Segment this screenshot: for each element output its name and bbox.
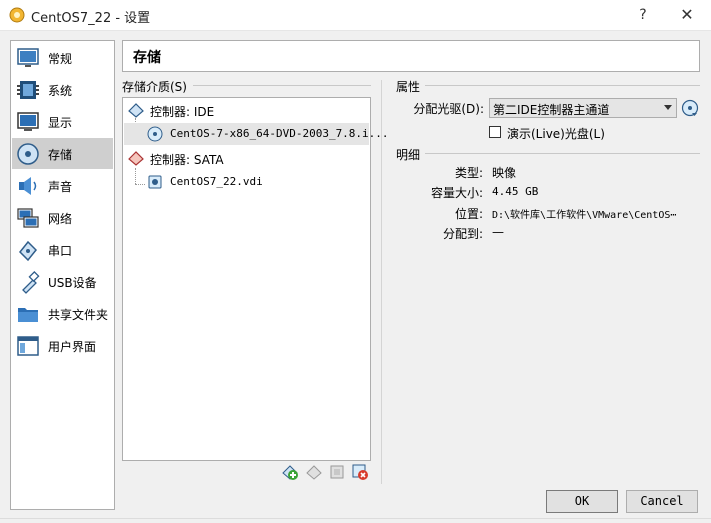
sidebar-item-network[interactable]: 网络 [12, 202, 113, 233]
ok-button[interactable]: OK [546, 490, 618, 513]
sidebar-item-label: 串口 [48, 244, 73, 258]
sidebar-item-label: USB设备 [48, 276, 97, 290]
window-title: CentOS7_22 - 设置 [31, 11, 151, 26]
controller-sata-icon [128, 151, 144, 166]
detail-location-label: 位置: [454, 207, 483, 221]
storage-disk-icon [17, 143, 39, 165]
tree-item-label: CentOS7_22.vdi [170, 175, 263, 188]
virtualbox-app-icon [9, 7, 25, 23]
general-icon [17, 48, 39, 67]
hard-disk-icon [148, 175, 162, 189]
sidebar-item-label: 用户界面 [48, 340, 97, 354]
add-attachment-icon [330, 465, 344, 479]
optical-drive-value: 第二IDE控制器主通道 [493, 103, 610, 117]
sidebar-item-label: 显示 [48, 116, 73, 130]
details-label: 明细 [396, 148, 421, 162]
sidebar-item-usb[interactable]: USB设备 [12, 266, 113, 297]
tree-item-controller-ide[interactable]: 控制器: IDE [124, 99, 369, 121]
choose-disk-icon[interactable] [681, 99, 699, 117]
optical-drive-label: 分配光驱(D): [413, 102, 484, 116]
tree-item-label: CentOS-7-x86_64-DVD-2003_7.8.i... [170, 127, 389, 140]
detail-size-label: 容量大小: [430, 186, 483, 200]
controller-ide-icon [128, 103, 144, 118]
detail-type-value: 映像 [492, 166, 517, 180]
sidebar-item-label: 常规 [48, 52, 73, 66]
sidebar-item-user-interface[interactable]: 用户界面 [12, 330, 113, 361]
system-chip-icon [17, 81, 39, 99]
optical-disc-icon [147, 126, 163, 142]
sidebar-item-audio[interactable]: 声音 [12, 170, 113, 201]
detail-type-label: 类型: [454, 166, 483, 180]
sidebar-item-label: 声音 [48, 180, 73, 194]
attributes-label: 属性 [396, 80, 421, 94]
live-cd-label[interactable]: 演示(Live)光盘(L) [507, 125, 605, 142]
sidebar-item-display[interactable]: 显示 [12, 106, 113, 137]
tree-item-optical-disc[interactable]: CentOS-7-x86_64-DVD-2003_7.8.i... [124, 123, 389, 145]
settings-sidebar: 常规 系统 显示 存储 声音 网络 串口 USB设备 共享文件夹 用户界面 [10, 40, 115, 510]
storage-media-label: 存储介质(S) [122, 80, 187, 94]
shared-folder-icon [18, 308, 38, 322]
cancel-button[interactable]: Cancel [626, 490, 698, 513]
page-header: 存储 [122, 40, 700, 72]
live-cd-checkbox[interactable] [489, 126, 501, 138]
speaker-icon [19, 177, 37, 195]
optical-drive-select[interactable]: 第二IDE控制器主通道 [489, 98, 677, 118]
page-title: 存储 [133, 50, 161, 66]
sidebar-item-label: 网络 [48, 212, 73, 226]
storage-tree[interactable]: 控制器: IDE CentOS-7-x86_64-DVD-2003_7.8.i.… [122, 97, 389, 461]
sidebar-item-storage[interactable]: 存储 [12, 138, 113, 169]
user-interface-icon [17, 336, 39, 356]
remove-attachment-icon[interactable] [351, 463, 369, 481]
sidebar-item-serial-port[interactable]: 串口 [12, 234, 113, 265]
detail-size-value: 4.45 GB [492, 185, 539, 198]
sidebar-item-label: 共享文件夹 [48, 308, 109, 322]
sidebar-item-general[interactable]: 常规 [12, 42, 113, 73]
sidebar-item-shared-folders[interactable]: 共享文件夹 [12, 298, 113, 329]
storage-media-divider [193, 85, 371, 86]
add-controller-icon[interactable] [281, 463, 299, 481]
sidebar-item-label: 存储 [48, 148, 73, 162]
usb-icon [22, 270, 40, 294]
title-bar: CentOS7_22 - 设置 ? ✕ [0, 0, 711, 31]
tree-item-label: 控制器: IDE [150, 105, 215, 119]
network-icon [17, 208, 39, 228]
remove-controller-icon [306, 465, 322, 480]
sidebar-item-system[interactable]: 系统 [12, 74, 113, 105]
footer-divider [0, 518, 711, 519]
vertical-divider [381, 80, 382, 484]
help-button[interactable]: ? [623, 0, 663, 31]
chevron-down-icon [664, 105, 672, 110]
serial-port-icon [18, 240, 38, 262]
close-button[interactable]: ✕ [667, 0, 707, 31]
tree-item-label: 控制器: SATA [150, 153, 224, 167]
detail-attached-label: 分配到: [442, 227, 483, 241]
sidebar-item-label: 系统 [48, 84, 73, 98]
tree-item-controller-sata[interactable]: 控制器: SATA [124, 147, 369, 169]
details-divider [425, 153, 700, 154]
detail-attached-value: — [492, 225, 504, 239]
attributes-divider [425, 85, 700, 86]
tree-item-hard-disk[interactable]: CentOS7_22.vdi [124, 171, 369, 193]
detail-location-value: D:\软件库\工作软件\VMware\CentOS⋯ [492, 210, 677, 221]
display-monitor-icon [17, 112, 39, 131]
